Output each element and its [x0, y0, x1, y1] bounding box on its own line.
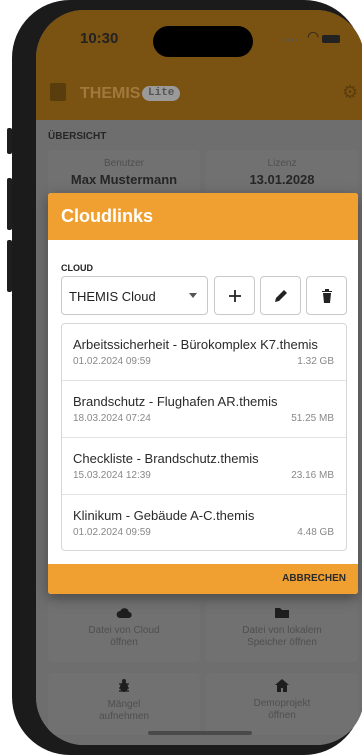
file-name: Checkliste - Brandschutz.themis — [73, 451, 259, 466]
delete-cloud-button[interactable] — [306, 276, 347, 315]
license-label: Lizenz — [267, 158, 297, 169]
file-size: 23.16 MB — [291, 470, 334, 481]
cloud-select-value: THEMIS Cloud — [69, 289, 156, 304]
file-name: Klinikum - Gebäude A-C.themis — [73, 508, 255, 523]
app-logo-icon — [50, 83, 66, 101]
edit-cloud-button[interactable] — [260, 276, 301, 315]
record-defects-label: Mängel aufnehmen — [98, 699, 150, 722]
user-label: Benutzer — [103, 158, 145, 169]
cloud-icon — [48, 606, 200, 622]
battery-icon — [322, 35, 340, 43]
home-icon — [206, 679, 358, 695]
license-card: Lizenz 13.01.2028 — [206, 150, 358, 196]
user-card: Benutzer Max Mustermann — [48, 150, 200, 196]
file-size: 4.48 GB — [297, 527, 334, 538]
list-item[interactable]: Brandschutz - Flughafen AR.themis 18.03.… — [62, 381, 346, 438]
cancel-button[interactable]: ABBRECHEN — [282, 573, 346, 584]
file-name: Arbeitssicherheit - Bürokomplex K7.themi… — [73, 337, 318, 352]
file-name: Brandschutz - Flughafen AR.themis — [73, 394, 278, 409]
record-defects-tile[interactable]: Mängel aufnehmen — [48, 673, 200, 735]
list-item[interactable]: Checkliste - Brandschutz.themis 15.03.20… — [62, 438, 346, 495]
cloud-select[interactable]: THEMIS Cloud — [61, 276, 208, 315]
phone-frame: 10:30 ◠ THEMIS Lite ⚙ ÜBERSICHT Benutzer… — [12, 0, 362, 755]
license-value: 13.01.2028 — [249, 172, 315, 187]
status-time: 10:30 — [80, 30, 119, 47]
file-date: 18.03.2024 07:24 — [73, 413, 151, 424]
list-item[interactable]: Klinikum - Gebäude A-C.themis 01.02.2024… — [62, 495, 346, 550]
file-size: 51.25 MB — [291, 413, 334, 424]
status-bar: 10:30 ◠ — [36, 10, 362, 68]
open-demo-project-tile[interactable]: Demoprojekt öffnen — [206, 673, 358, 735]
wifi-icon: ◠ — [307, 28, 320, 44]
home-indicator[interactable] — [148, 731, 252, 735]
screen: 10:30 ◠ THEMIS Lite ⚙ ÜBERSICHT Benutzer… — [36, 10, 362, 745]
user-value: Max Mustermann — [70, 172, 178, 187]
app-title: THEMIS — [80, 85, 141, 102]
file-date: 01.02.2024 09:59 — [73, 527, 151, 538]
open-cloud-file-label: Datei von Cloud öffnen — [88, 625, 160, 648]
bug-icon — [48, 679, 200, 696]
list-item[interactable]: Arbeitssicherheit - Bürokomplex K7.themi… — [62, 324, 346, 381]
pencil-icon — [275, 290, 287, 302]
open-cloud-file-tile[interactable]: Datei von Cloud öffnen — [48, 600, 200, 662]
gear-icon[interactable]: ⚙ — [342, 82, 358, 103]
folder-icon — [206, 606, 358, 622]
cloud-field-label: CLOUD — [61, 263, 93, 273]
caret-down-icon — [189, 293, 197, 298]
file-size: 1.32 GB — [297, 356, 334, 367]
open-demo-project-label: Demoprojekt öffnen — [253, 698, 311, 721]
app-bar: THEMIS Lite ⚙ — [36, 68, 362, 120]
signal-icon — [284, 39, 298, 46]
edition-badge: Lite — [142, 86, 181, 101]
cloudlinks-dialog: Cloudlinks CLOUD THEMIS Cloud Arbeitssic… — [48, 193, 358, 594]
open-local-file-label: Datei von lokalem Speicher öffnen — [242, 625, 322, 648]
section-label: ÜBERSICHT — [48, 131, 107, 142]
add-cloud-button[interactable] — [214, 276, 255, 315]
cloud-file-list: Arbeitssicherheit - Bürokomplex K7.themi… — [61, 323, 347, 551]
trash-icon — [322, 289, 332, 303]
plus-icon — [229, 290, 241, 302]
dialog-header: Cloudlinks — [48, 193, 358, 240]
file-date: 01.02.2024 09:59 — [73, 356, 151, 367]
dialog-title: Cloudlinks — [61, 206, 154, 226]
dialog-footer: ABBRECHEN — [48, 564, 358, 594]
file-date: 15.03.2024 12:39 — [73, 470, 151, 481]
dynamic-island — [153, 26, 253, 57]
open-local-file-tile[interactable]: Datei von lokalem Speicher öffnen — [206, 600, 358, 662]
